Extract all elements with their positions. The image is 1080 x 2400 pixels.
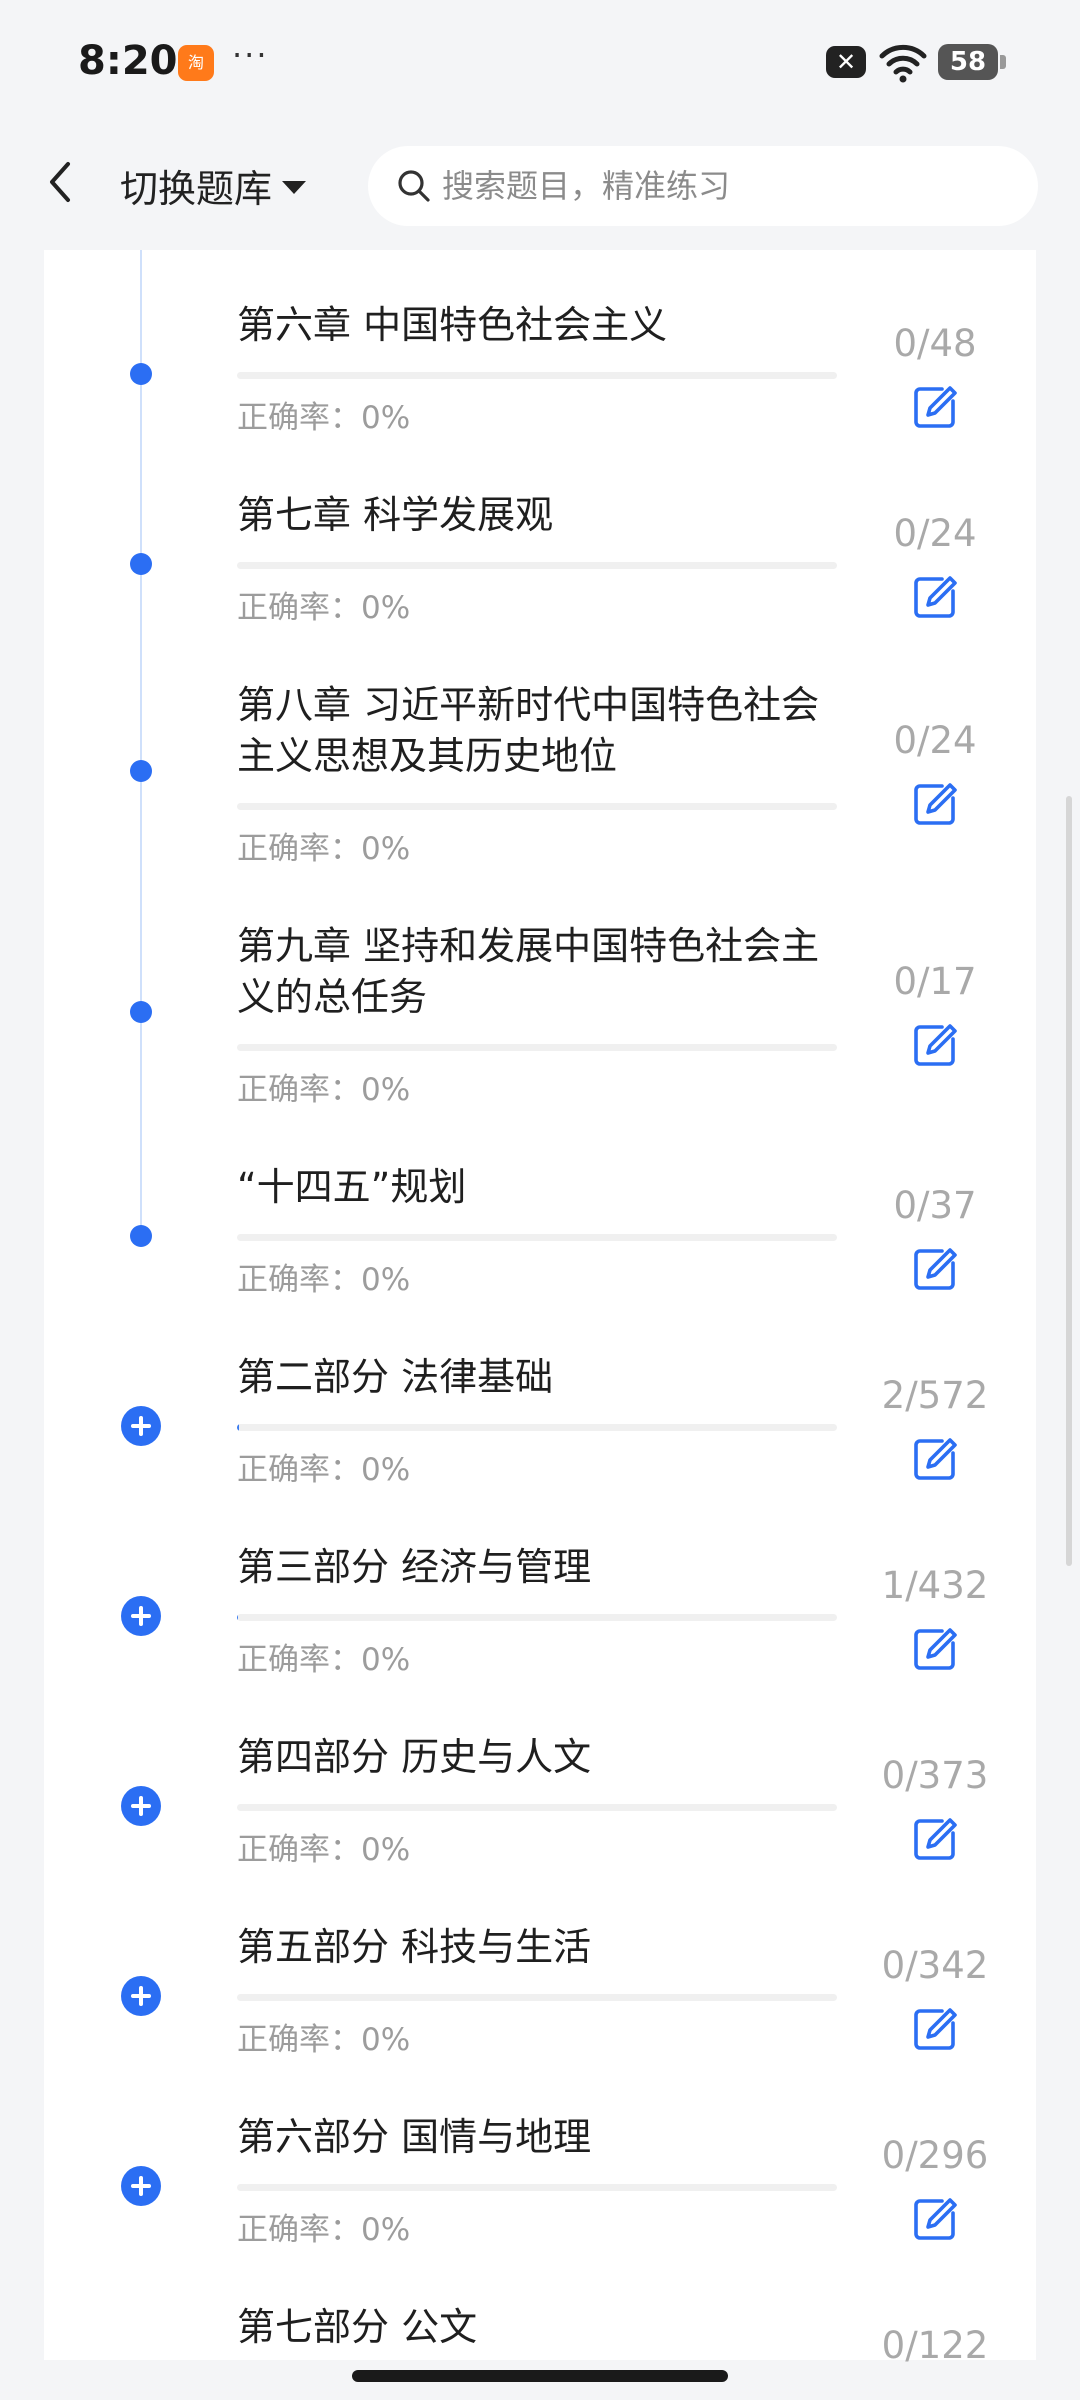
question-count: 0/17 — [893, 960, 977, 1003]
accuracy-text: 正确率：0% — [237, 1262, 411, 1298]
chapter-title: 第三部分 经济与管理 — [237, 1545, 592, 1589]
practice-edit-icon[interactable] — [912, 384, 958, 430]
chapter-title: 第六部分 国情与地理 — [237, 2115, 592, 2159]
timeline-dot-icon — [130, 1001, 152, 1023]
chapter-title: 第八章 习近平新时代中国特色社会主义思想及其历史地位 — [237, 683, 820, 778]
accuracy-text: 正确率：0% — [237, 831, 411, 867]
no-sim-icon: ✕ — [826, 46, 866, 78]
accuracy-text: 正确率：0% — [237, 2212, 411, 2248]
progress-bar — [237, 1804, 837, 1811]
chapter-title: “十四五”规划 — [237, 1165, 467, 1209]
chapter-title: 第二部分 法律基础 — [237, 1355, 554, 1399]
accuracy-text: 正确率：0% — [237, 590, 411, 626]
scrollbar[interactable] — [1066, 796, 1072, 1566]
clock: 8:20 — [78, 38, 178, 84]
question-count: 0/24 — [893, 719, 977, 762]
practice-edit-icon[interactable] — [912, 2006, 958, 2052]
accuracy-text: 正确率：0% — [237, 1452, 411, 1488]
accuracy-text: 正确率：0% — [237, 1642, 411, 1678]
expand-plus-icon[interactable] — [121, 1595, 161, 1636]
practice-edit-icon[interactable] — [912, 1626, 958, 1672]
status-bar: 8:20 淘 ··· ✕ 58 — [0, 0, 1080, 124]
question-count: 1/432 — [881, 1563, 989, 1607]
accuracy-text: 正确率：0% — [237, 2022, 411, 2058]
top-bar: 切换题库 — [0, 124, 1080, 250]
progress-bar — [237, 1044, 837, 1051]
chevron-left-icon — [50, 162, 70, 202]
timeline-dot-icon — [130, 760, 152, 782]
question-count: 0/37 — [893, 1183, 977, 1227]
battery-icon: 58 — [938, 44, 1006, 80]
search-input[interactable] — [442, 167, 1002, 205]
progress-bar — [237, 1424, 837, 1431]
search-bar[interactable] — [368, 146, 1038, 226]
progress-bar — [237, 2184, 837, 2191]
question-count: 0/296 — [881, 2133, 989, 2177]
accuracy-text: 正确率：0% — [237, 400, 411, 436]
accuracy-text: 正确率：0% — [237, 1072, 411, 1108]
wifi-icon — [879, 44, 927, 83]
progress-bar — [237, 372, 837, 379]
progress-fill — [237, 1614, 239, 1621]
chapter-title: 第七部分 公文 — [237, 2305, 478, 2349]
question-count: 0/122 — [881, 2323, 989, 2367]
progress-bar — [237, 562, 837, 569]
progress-bar — [237, 803, 837, 810]
home-indicator[interactable] — [352, 2370, 728, 2382]
progress-bar — [237, 1614, 837, 1621]
expand-plus-icon[interactable] — [121, 1975, 161, 2016]
question-count: 0/373 — [881, 1753, 989, 1797]
question-count: 2/572 — [881, 1373, 989, 1417]
progress-fill — [237, 1424, 240, 1431]
timeline-dot-icon — [130, 362, 152, 385]
practice-edit-icon[interactable] — [912, 1816, 958, 1862]
timeline-line — [140, 250, 142, 1236]
practice-edit-icon[interactable] — [912, 1436, 958, 1482]
expand-plus-icon[interactable] — [121, 2165, 161, 2206]
practice-edit-icon[interactable] — [912, 2196, 958, 2242]
search-icon — [398, 170, 430, 202]
practice-edit-icon[interactable] — [912, 781, 958, 827]
chapter-title: 第四部分 历史与人文 — [237, 1735, 592, 1779]
chapter-title: 第九章 坚持和发展中国特色社会主义的总任务 — [237, 924, 820, 1019]
caret-down-icon — [282, 181, 307, 194]
timeline-dot-icon — [130, 552, 152, 575]
practice-edit-icon[interactable] — [912, 1022, 958, 1068]
chapter-title: 第六章 中国特色社会主义 — [237, 303, 668, 347]
chapter-title: 第五部分 科技与生活 — [237, 1925, 592, 1969]
practice-edit-icon[interactable] — [912, 1246, 958, 1292]
switch-bank-button[interactable]: 切换题库 — [120, 158, 307, 213]
expand-plus-icon[interactable] — [121, 1405, 161, 1446]
question-count: 0/24 — [893, 511, 977, 555]
app-notification-icon: 淘 — [178, 45, 214, 81]
question-count: 0/342 — [881, 1943, 989, 1987]
practice-edit-icon[interactable] — [912, 574, 958, 620]
back-button[interactable] — [40, 152, 80, 212]
progress-bar — [237, 1994, 837, 2001]
switch-bank-label: 切换题库 — [120, 167, 273, 211]
expand-plus-icon[interactable] — [121, 1785, 161, 1826]
accuracy-text: 正确率：0% — [237, 1832, 411, 1868]
more-notifications-icon: ··· — [232, 36, 269, 74]
timeline-dot-icon — [130, 1224, 152, 1247]
chapter-title: 第七章 科学发展观 — [237, 493, 554, 537]
progress-bar — [237, 1234, 837, 1241]
question-count: 0/48 — [893, 321, 977, 365]
